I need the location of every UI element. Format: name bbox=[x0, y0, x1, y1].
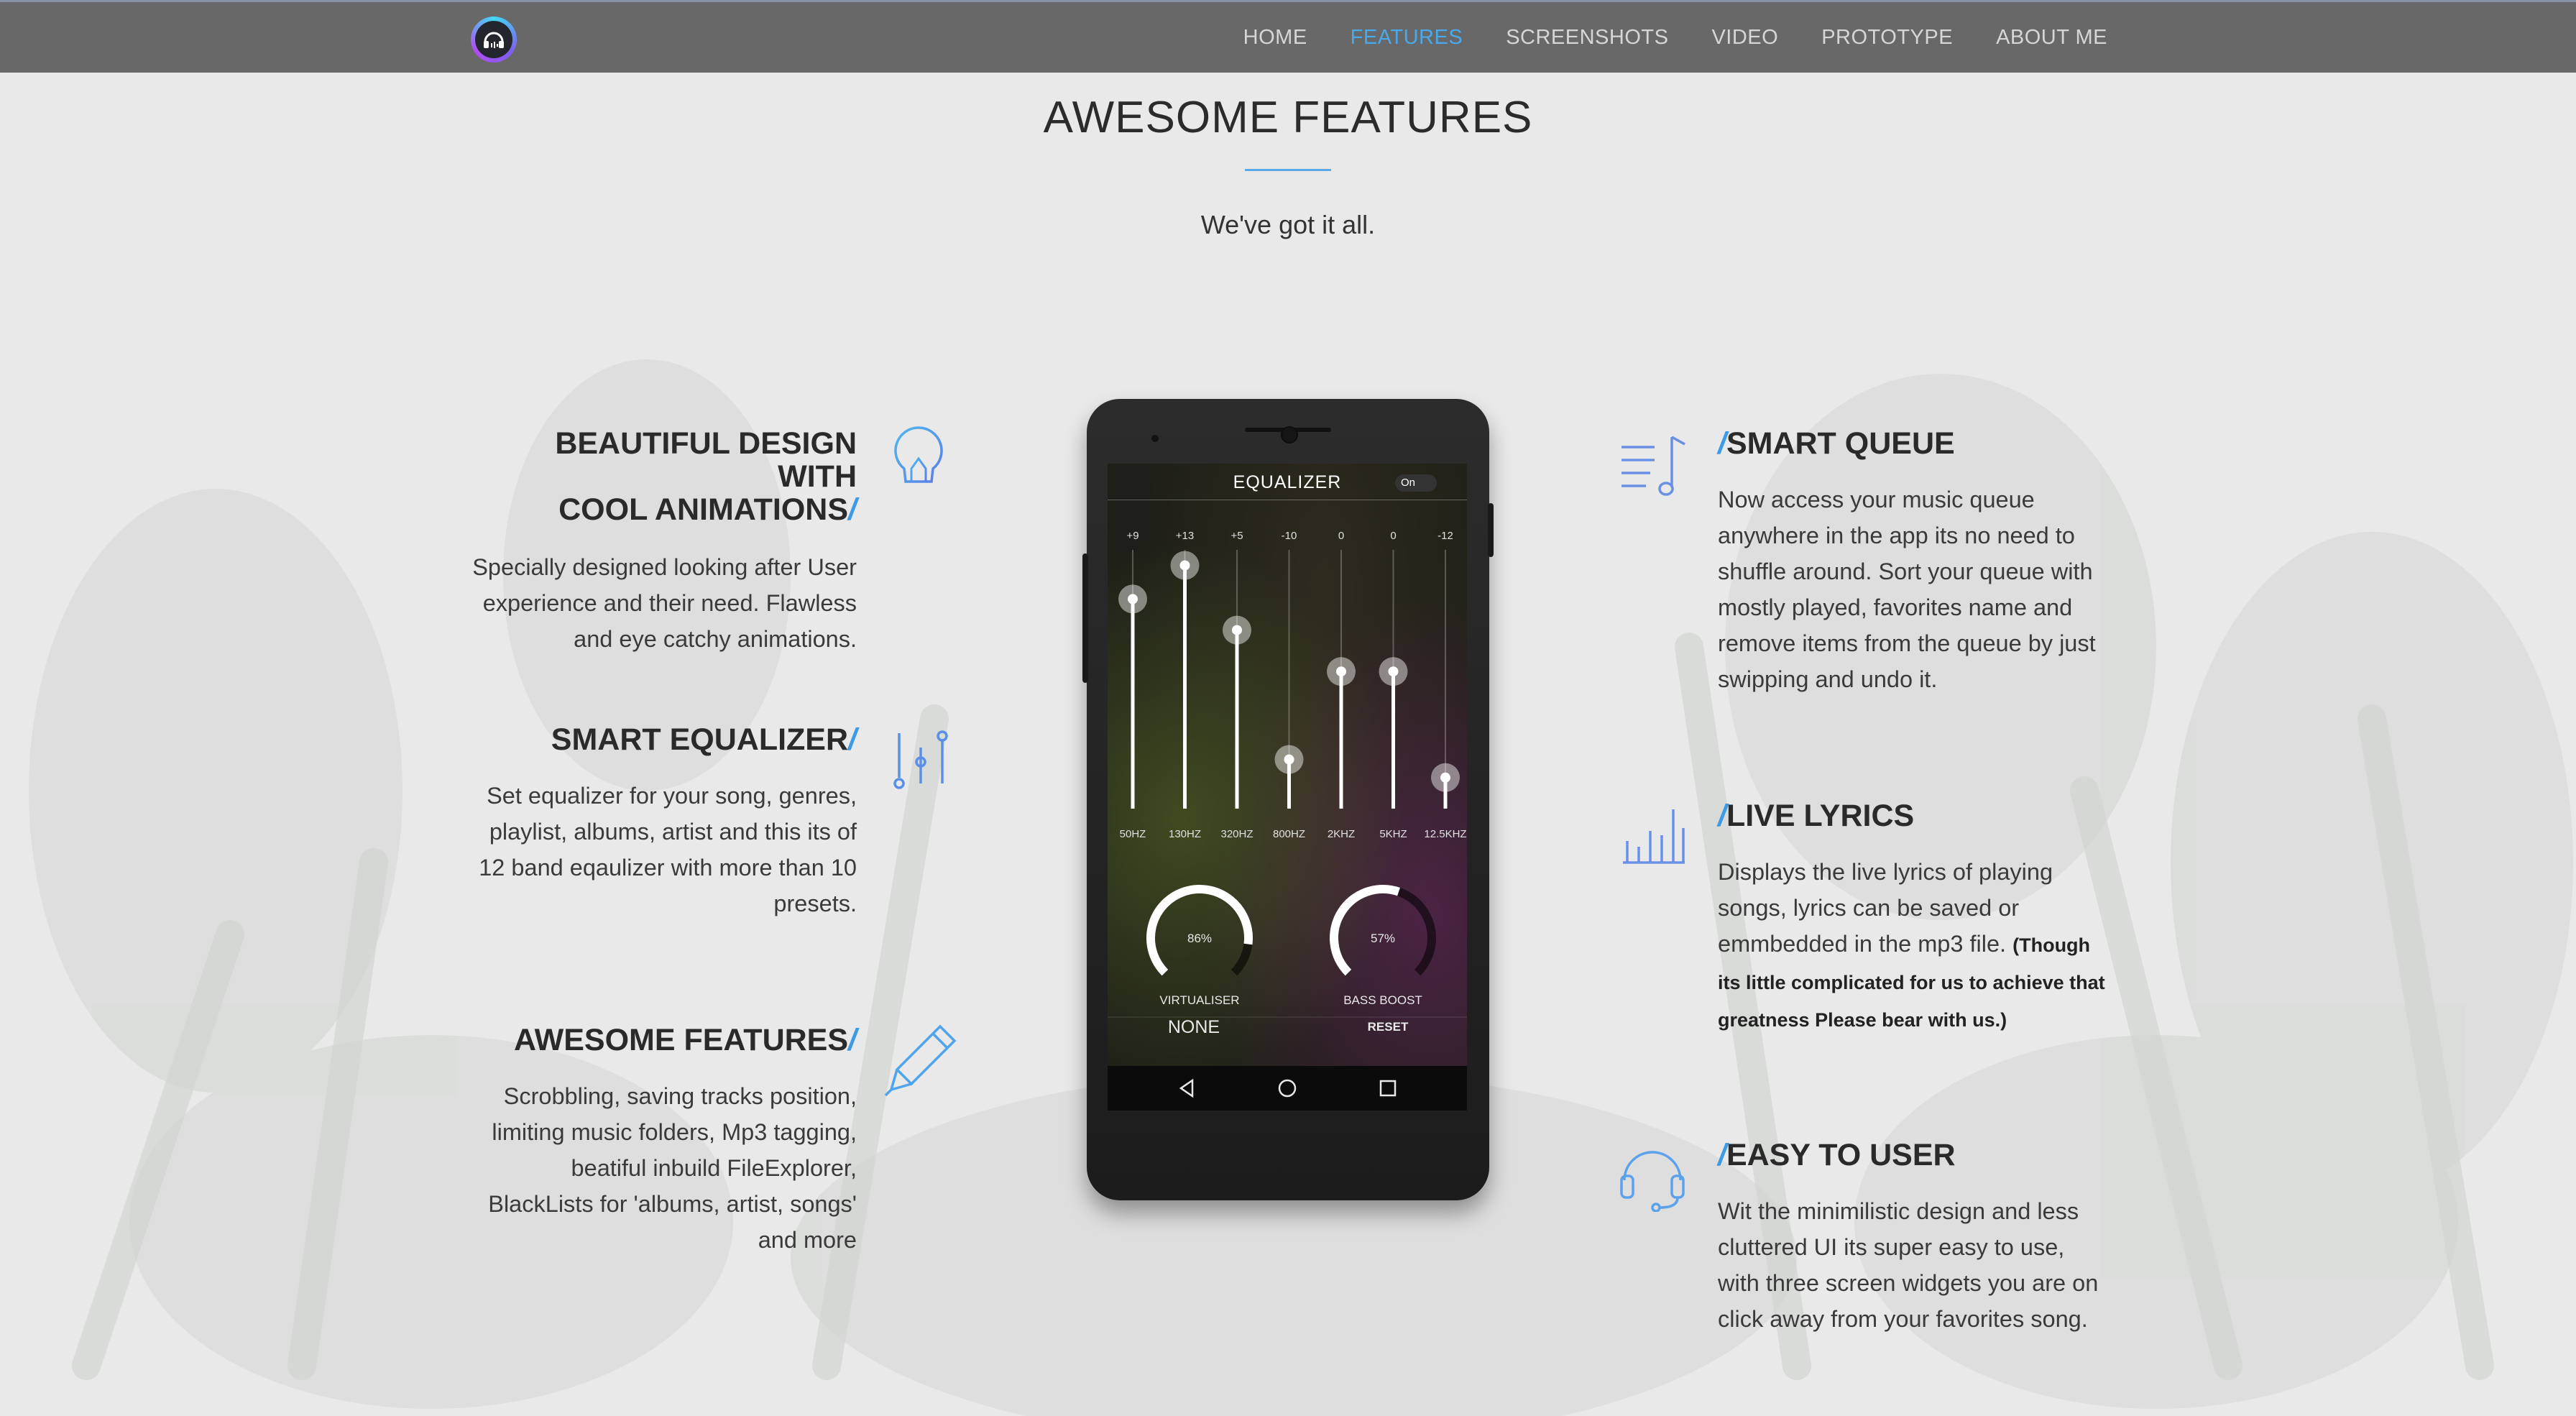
phone-screen: EQUALIZER On +9 50HZ +13 130HZ +5 320HZ -10 800… bbox=[1108, 464, 1467, 1111]
band-frequency-label: 5KHZ bbox=[1379, 828, 1407, 840]
band-gain-label: -10 bbox=[1282, 530, 1297, 542]
band-frequency-label: 130HZ bbox=[1169, 828, 1201, 840]
section-title: AWESOME FEATURES bbox=[1043, 93, 1533, 142]
front-camera bbox=[1281, 426, 1298, 443]
knob-label: BASS BOOST bbox=[1343, 993, 1422, 1007]
knob-value: 57% bbox=[1371, 932, 1395, 945]
knob-value: 86% bbox=[1187, 932, 1212, 945]
title-divider bbox=[1245, 169, 1331, 171]
nav-features[interactable]: FEATURES bbox=[1351, 26, 1463, 50]
band-knob[interactable] bbox=[1284, 754, 1294, 765]
recents-icon[interactable] bbox=[1379, 1080, 1397, 1097]
nav-menu: HOME FEATURES SCREENSHOTS VIDEO PROTOTYP… bbox=[1200, 2, 2107, 73]
section-subtitle: We've got it all. bbox=[1200, 210, 1376, 239]
feature-title: /SMART QUEUE bbox=[1718, 427, 2110, 460]
feature-description-text: Displays the live lyrics of playing song… bbox=[1718, 859, 2053, 957]
band-knob[interactable] bbox=[1388, 666, 1399, 677]
feature-title: AWESOME FEATURES/ bbox=[469, 1024, 857, 1057]
feature-title-text: SMART EQUALIZER bbox=[551, 722, 849, 757]
feature-description: Now access your music queue anywhere in … bbox=[1718, 487, 2096, 692]
feature-description: Wit the minimilistic design and less clu… bbox=[1718, 1198, 2099, 1332]
headphones-icon bbox=[475, 21, 512, 58]
home-icon[interactable] bbox=[1278, 1079, 1297, 1098]
band-frequency-label: 800HZ bbox=[1273, 828, 1305, 840]
android-nav-bar bbox=[1108, 1066, 1467, 1111]
band-knob[interactable] bbox=[1179, 560, 1190, 571]
volume-button bbox=[1082, 553, 1088, 683]
feature-title-text: AWESOME FEATURES bbox=[513, 1023, 849, 1057]
feature-title-text: SMART QUEUE bbox=[1726, 426, 1955, 461]
band-knob[interactable] bbox=[1128, 594, 1138, 604]
feature-beautiful-design: BEAUTIFUL DESIGN WITH COOL ANIMATIONS/ S… bbox=[469, 427, 857, 657]
feature-title: BEAUTIFUL DESIGN WITH COOL ANIMATIONS/ bbox=[469, 427, 857, 526]
title-slash: / bbox=[848, 1023, 857, 1057]
reset-button[interactable]: RESET bbox=[1338, 1020, 1438, 1034]
knob-label: VIRTUALISER bbox=[1159, 993, 1239, 1007]
title-slash: / bbox=[848, 722, 857, 757]
title-slash: / bbox=[1718, 426, 1726, 461]
features-section: AWESOME FEATURES We've got it all. BEAUT… bbox=[0, 0, 2576, 1416]
feature-description: Specially designed looking after User ex… bbox=[472, 554, 857, 652]
title-slash: / bbox=[1718, 1138, 1726, 1172]
band-knob[interactable] bbox=[1232, 625, 1242, 635]
equalizer-sliders-icon bbox=[893, 730, 948, 789]
band-gain-label: +5 bbox=[1230, 530, 1243, 542]
app-logo[interactable] bbox=[471, 17, 517, 63]
feature-description: Displays the live lyrics of playing song… bbox=[1718, 854, 2110, 1038]
feature-smart-queue: /SMART QUEUE Now access your music queue… bbox=[1718, 427, 2110, 697]
lightbulb-icon bbox=[894, 426, 943, 500]
feature-smart-equalizer: SMART EQUALIZER/ Set equalizer for your … bbox=[469, 723, 857, 921]
nav-home[interactable]: HOME bbox=[1243, 26, 1307, 50]
feature-title-line2: COOL ANIMATIONS bbox=[558, 492, 849, 527]
title-slash: / bbox=[848, 492, 857, 527]
feature-title: /LIVE LYRICS bbox=[1718, 799, 2110, 832]
band-frequency-label: 2KHZ bbox=[1328, 828, 1355, 840]
band-frequency-label: 50HZ bbox=[1120, 828, 1146, 840]
feature-title: /EASY TO USER bbox=[1718, 1139, 2110, 1172]
band-knob[interactable] bbox=[1440, 772, 1450, 783]
feature-description: Set equalizer for your song, genres, pla… bbox=[479, 783, 857, 916]
back-icon[interactable] bbox=[1179, 1078, 1194, 1098]
feature-awesome-features: AWESOME FEATURES/ Scrobbling, saving tra… bbox=[469, 1024, 857, 1258]
band-frequency-label: 320HZ bbox=[1220, 828, 1253, 840]
music-queue-icon bbox=[1622, 436, 1685, 496]
sensor bbox=[1151, 435, 1159, 442]
band-gain-label: 0 bbox=[1338, 530, 1344, 542]
nav-about-me[interactable]: ABOUT ME bbox=[1996, 26, 2107, 50]
nav-screenshots[interactable]: SCREENSHOTS bbox=[1506, 26, 1668, 50]
power-button bbox=[1488, 503, 1494, 557]
headset-icon bbox=[1620, 1151, 1685, 1212]
feature-title-line1: BEAUTIFUL DESIGN WITH bbox=[555, 426, 857, 494]
nav-video[interactable]: VIDEO bbox=[1711, 26, 1778, 50]
feature-title-text: EASY TO USER bbox=[1726, 1138, 1956, 1172]
band-frequency-label: 12.5KHZ bbox=[1424, 828, 1466, 840]
phone-mockup: EQUALIZER On +9 50HZ +13 130HZ +5 320HZ -10 800… bbox=[1082, 399, 1494, 1200]
feature-title: SMART EQUALIZER/ bbox=[469, 723, 857, 756]
band-gain-label: +9 bbox=[1126, 530, 1138, 542]
feature-description: Scrobbling, saving tracks position, limi… bbox=[488, 1083, 857, 1253]
band-gain-label: 0 bbox=[1390, 530, 1396, 542]
top-navbar: HOME FEATURES SCREENSHOTS VIDEO PROTOTYP… bbox=[0, 0, 2576, 73]
preset-selector[interactable]: NONE bbox=[1136, 1017, 1251, 1038]
feature-easy-to-use: /EASY TO USER Wit the minimilistic desig… bbox=[1718, 1139, 2110, 1337]
title-slash: / bbox=[1718, 799, 1726, 833]
band-gain-label: -12 bbox=[1438, 530, 1453, 542]
nav-prototype[interactable]: PROTOTYPE bbox=[1821, 26, 1953, 50]
feature-live-lyrics: /LIVE LYRICS Displays the live lyrics of… bbox=[1718, 799, 2110, 1038]
band-gain-label: +13 bbox=[1176, 530, 1194, 542]
band-knob[interactable] bbox=[1336, 666, 1346, 677]
feature-title-text: LIVE LYRICS bbox=[1726, 799, 1915, 833]
equalizer-bands: +9 50HZ +13 130HZ +5 320HZ -10 800HZ 0 2KHZ 0 5KHZ -… bbox=[1108, 530, 1467, 1018]
bar-chart-icon bbox=[1623, 809, 1685, 864]
pen-icon bbox=[884, 1024, 957, 1097]
